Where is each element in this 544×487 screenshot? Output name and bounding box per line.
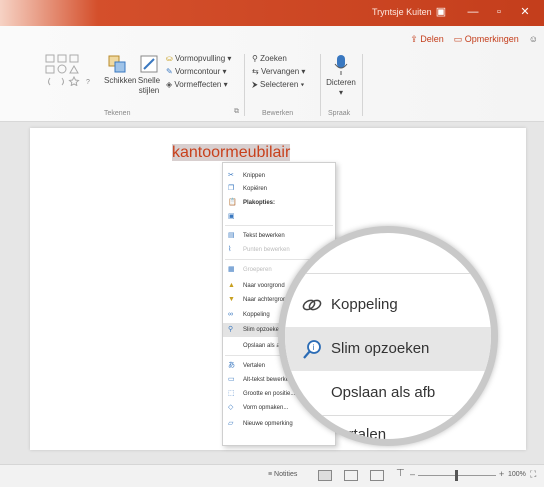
paint-bucket-icon: ⛀ [166, 54, 173, 63]
ribbon: ⇪ Delen ▭ Opmerkingen ☺ ? Schikken Snell… [0, 26, 544, 122]
context-menu-item[interactable]: ▤ Tekst bewerken [223, 229, 335, 243]
replace-button[interactable]: ⇆ Vervangen ▾ [252, 67, 305, 76]
context-menu-item-label: Kopiëren [243, 186, 268, 192]
zoom-out-icon[interactable]: – [410, 469, 415, 479]
smart-lookup-icon: ⚲ [228, 326, 234, 333]
user-name[interactable]: Tryntsje Kuiten [372, 7, 432, 17]
slide-sorter-view-icon[interactable] [344, 470, 358, 481]
magnified-save-as-picture-item[interactable]: Opslaan als afb [285, 371, 491, 415]
context-menu-item[interactable]: ✂ Knippen [223, 169, 335, 183]
drawing-dialog-launcher-icon[interactable]: ⧉ [234, 108, 239, 116]
quick-styles-icon [140, 55, 158, 73]
effects-icon: ◈ [166, 80, 173, 89]
smiley-icon[interactable]: ☺ [529, 34, 538, 45]
status-bar: ≡ Notities ⊤ – + 100% ⛶ [0, 464, 544, 487]
comment-icon: ▱ [228, 420, 234, 427]
context-menu-item-label: Vorm opmaken... [243, 405, 289, 411]
shapes-gallery[interactable]: ? [44, 52, 104, 87]
alt-text-icon: ▭ [228, 376, 235, 383]
link-icon: ∞ [228, 311, 233, 318]
cursor-icon: ⮞ [252, 80, 258, 89]
slideshow-icon[interactable]: ⊤ [396, 468, 405, 479]
context-menu-item-label: Punten bewerken [243, 247, 290, 253]
notes-button[interactable]: ≡ Notities [268, 471, 297, 478]
context-menu-item-label: Groeperen [243, 267, 272, 273]
size-position-icon: ⬚ [228, 390, 235, 397]
copy-icon: ❐ [228, 185, 235, 192]
search-icon: ⚲ [252, 54, 258, 63]
context-menu-item-label: Koppeling [243, 312, 270, 318]
svg-text:i: i [313, 343, 315, 352]
context-menu-item-label: Plakopties: [243, 200, 276, 206]
smart-lookup-icon: i [303, 340, 321, 359]
pen-icon: ✎ [166, 67, 173, 76]
quick-styles-button[interactable]: Snelle stijlen [136, 54, 162, 96]
context-menu-item-label: Vertalen [243, 363, 266, 369]
shape-outline-button[interactable]: ✎ Vormcontour ▾ [166, 67, 227, 76]
context-menu-item-label: Tekst bewerken [243, 233, 285, 239]
magnified-smart-lookup-item[interactable]: i Slim opzoeken [285, 327, 491, 371]
paste-option-icon: ▣ [228, 213, 235, 220]
shapes-icon: ? [45, 54, 90, 87]
zoom-in-icon[interactable]: + [499, 469, 504, 479]
arrange-button[interactable]: Schikken [104, 54, 136, 86]
group-label-voice: Spraak [328, 110, 351, 117]
find-button[interactable]: ⚲ Zoeken [252, 54, 287, 63]
menu-separator [225, 225, 333, 226]
text-highlight: kantoormeubilair [172, 144, 291, 161]
group-divider [244, 54, 245, 116]
magnified-link-item[interactable]: Koppeling [285, 283, 491, 327]
send-backward-icon: ▼ [228, 296, 235, 303]
context-menu-item-label: Knippen [243, 173, 266, 179]
magnifier-lens: Koppeling i Slim opzoeken Opslaan als af… [278, 226, 498, 446]
context-menu-item-label: Slim opzoeken [243, 327, 283, 333]
edit-points-icon: ⌇ [228, 246, 232, 253]
minimize-icon[interactable]: — [464, 4, 482, 20]
context-menu-item[interactable]: 📋 Plakopties: [223, 196, 335, 210]
edit-text-icon: ▤ [228, 232, 235, 239]
link-icon [302, 299, 322, 311]
reading-view-icon[interactable] [370, 470, 384, 481]
shape-effects-button[interactable]: ◈ Vormeffecten ▾ [166, 80, 228, 89]
context-menu-item[interactable]: ▣ [223, 210, 335, 224]
menu-separator [285, 273, 491, 274]
comments-button[interactable]: ▭ Opmerkingen [454, 34, 519, 45]
format-shape-icon: ◇ [228, 404, 234, 411]
group-label-drawing: Tekenen [104, 110, 131, 117]
zoom-level[interactable]: 100% [508, 471, 526, 478]
close-icon[interactable]: ✕ [516, 4, 534, 20]
svg-text:?: ? [86, 79, 90, 86]
context-menu-item-label: Naar voorgrond [243, 283, 285, 289]
dictate-button[interactable]: Dicteren ▾ [326, 54, 356, 98]
replace-icon: ⇆ [252, 67, 259, 76]
maximize-icon[interactable]: ▫ [490, 4, 508, 20]
clipboard-icon: 📋 [228, 199, 237, 206]
share-button[interactable]: ⇪ Delen [410, 34, 444, 45]
group-divider [362, 54, 363, 116]
fit-slide-icon[interactable]: ⛶ [530, 469, 536, 480]
translate-icon: あ [228, 362, 235, 369]
context-menu-item[interactable]: ❐ Kopiëren [223, 182, 335, 196]
share-row: ⇪ Delen ▭ Opmerkingen ☺ [410, 34, 538, 45]
group-icon: ▦ [228, 266, 235, 273]
group-divider [320, 54, 321, 116]
bring-forward-icon: ▲ [228, 282, 235, 289]
ribbon-display-options-icon[interactable]: ▣ [432, 4, 450, 20]
shape-fill-button[interactable]: ⛀ Vormopvulling ▾ [166, 54, 231, 63]
microphone-icon [334, 55, 348, 75]
title-bar: Tryntsje Kuiten ▣ — ▫ ✕ [0, 0, 544, 26]
selected-text[interactable]: kantoormeubilair [172, 144, 291, 162]
arrange-icon [108, 55, 126, 73]
select-button[interactable]: ⮞ Selecteren ▾ [252, 80, 304, 90]
group-label-editing: Bewerken [262, 110, 294, 117]
zoom-slider-thumb[interactable] [455, 470, 458, 481]
normal-view-icon[interactable] [318, 470, 332, 481]
scissors-icon: ✂ [228, 172, 234, 179]
